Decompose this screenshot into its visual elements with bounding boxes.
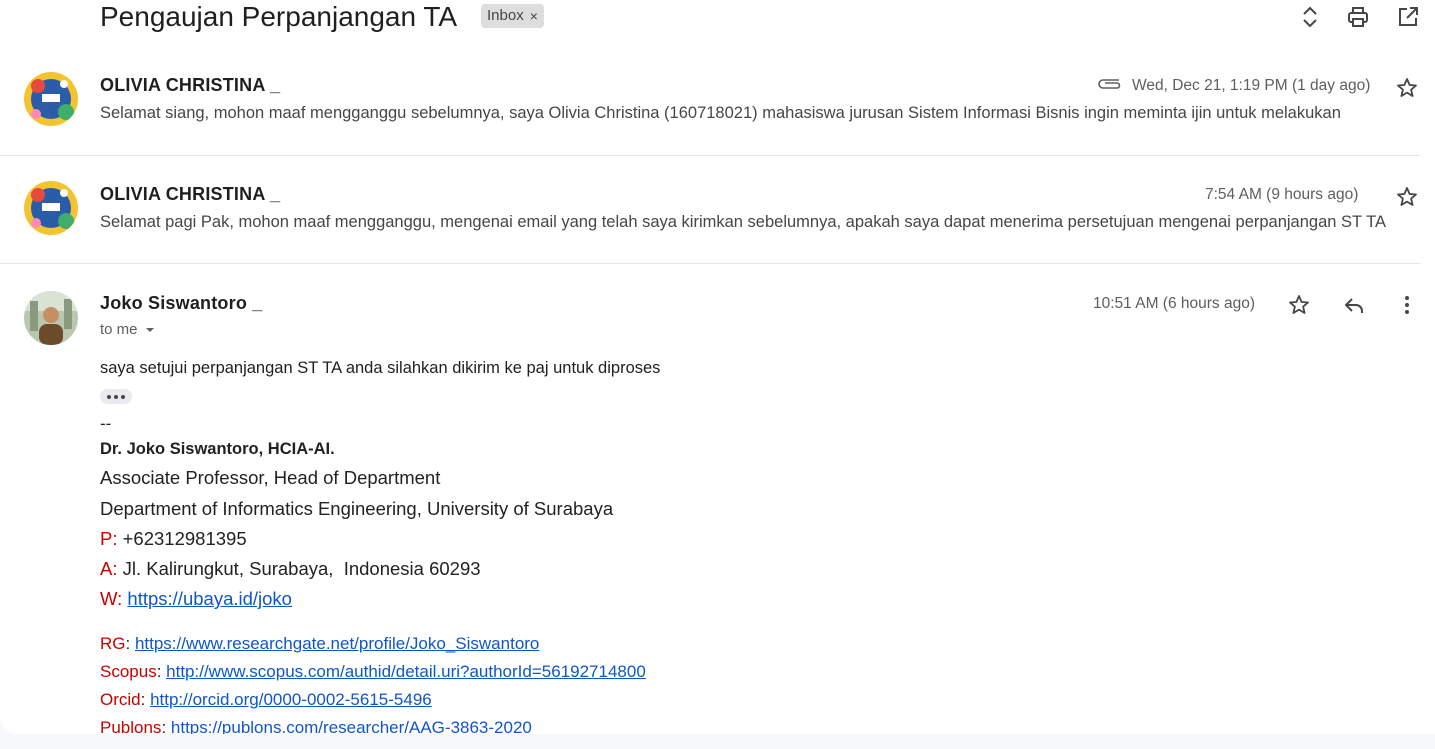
signature-phone-line: P: +62312981395 xyxy=(100,528,247,550)
web-label: W: xyxy=(100,588,123,609)
rg-link[interactable]: https://www.researchgate.net/profile/Jok… xyxy=(135,634,539,653)
message-snippet: Selamat siang, mohon maaf mengganggu seb… xyxy=(100,104,1341,122)
star-icon[interactable] xyxy=(1287,293,1311,317)
signature-scopus-line: Scopus: http://www.scopus.com/authid/det… xyxy=(100,662,646,681)
dot xyxy=(114,394,118,399)
scopus-label: Scopus xyxy=(100,662,157,681)
recipient-details-toggle[interactable]: to me xyxy=(100,321,156,338)
reply-icon[interactable] xyxy=(1342,293,1366,317)
address-value: Jl. Kalirungkut, Surabaya, Indonesia 602… xyxy=(122,558,481,579)
dot xyxy=(107,394,111,399)
recipient-text: to me xyxy=(100,321,138,338)
publons-link[interactable]: https://publons.com/researcher/AAG-3863-… xyxy=(171,718,532,734)
rg-label: RG xyxy=(100,634,126,653)
signature-web-line: W: https://ubaya.id/joko xyxy=(100,588,292,610)
star-icon[interactable] xyxy=(1395,185,1419,209)
phone-label: P: xyxy=(100,528,118,549)
email-thread-panel: Pengaujan Perpanjangan TA Inbox × OLIVIA… xyxy=(0,0,1435,734)
message-collapsed[interactable]: OLIVIA CHRISTINA _ Wed, Dec 21, 1:19 PM … xyxy=(0,0,1420,155)
message-snippet: Selamat pagi Pak, mohon maaf mengganggu,… xyxy=(100,213,1386,231)
dot xyxy=(121,394,125,399)
message-time: Wed, Dec 21, 1:19 PM (1 day ago) xyxy=(1132,77,1371,94)
signature-rg-line: RG: https://www.researchgate.net/profile… xyxy=(100,634,540,653)
scopus-link[interactable]: http://www.scopus.com/authid/detail.uri?… xyxy=(166,662,646,681)
avatar xyxy=(24,291,78,345)
message-divider xyxy=(0,263,1420,264)
message-time: 10:51 AM (6 hours ago) xyxy=(1093,295,1255,312)
signature-name: Dr. Joko Siswantoro, HCIA-AI. xyxy=(100,440,335,458)
orcid-link[interactable]: http://orcid.org/0000-0002-5615-5496 xyxy=(150,690,432,709)
orcid-label: Orcid xyxy=(100,690,141,709)
chevron-down-icon xyxy=(145,327,154,332)
sender-name: Joko Siswantoro _ xyxy=(100,293,263,313)
phone-value: +62312981395 xyxy=(122,528,247,549)
web-link[interactable]: https://ubaya.id/joko xyxy=(127,588,292,609)
avatar xyxy=(24,72,78,126)
signature-orcid-line: Orcid: http://orcid.org/0000-0002-5615-5… xyxy=(100,690,432,709)
publons-label: Publons xyxy=(100,718,162,734)
show-trimmed-content-button[interactable] xyxy=(100,389,132,404)
address-label: A: xyxy=(100,558,118,579)
signature-address-line: A: Jl. Kalirungkut, Surabaya, Indonesia … xyxy=(100,558,481,580)
avatar xyxy=(24,181,78,235)
signature-publons-line: Publons: https://publons.com/researcher/… xyxy=(100,718,532,734)
message-body: saya setujui perpanjangan ST TA anda sil… xyxy=(100,359,661,377)
attachment-icon xyxy=(1097,76,1123,95)
more-options-icon[interactable] xyxy=(1395,293,1419,317)
signature-department: Department of Informatics Engineering, U… xyxy=(100,498,614,519)
message-collapsed[interactable]: OLIVIA CHRISTINA _ 7:54 AM (9 hours ago)… xyxy=(0,156,1420,264)
message-time: 7:54 AM (9 hours ago) xyxy=(1205,186,1359,203)
sender-name: OLIVIA CHRISTINA _ xyxy=(100,75,281,95)
signature-separator: -- xyxy=(100,414,112,433)
sender-name: OLIVIA CHRISTINA _ xyxy=(100,184,281,204)
signature-title: Associate Professor, Head of Department xyxy=(100,467,441,488)
star-icon[interactable] xyxy=(1395,76,1419,100)
